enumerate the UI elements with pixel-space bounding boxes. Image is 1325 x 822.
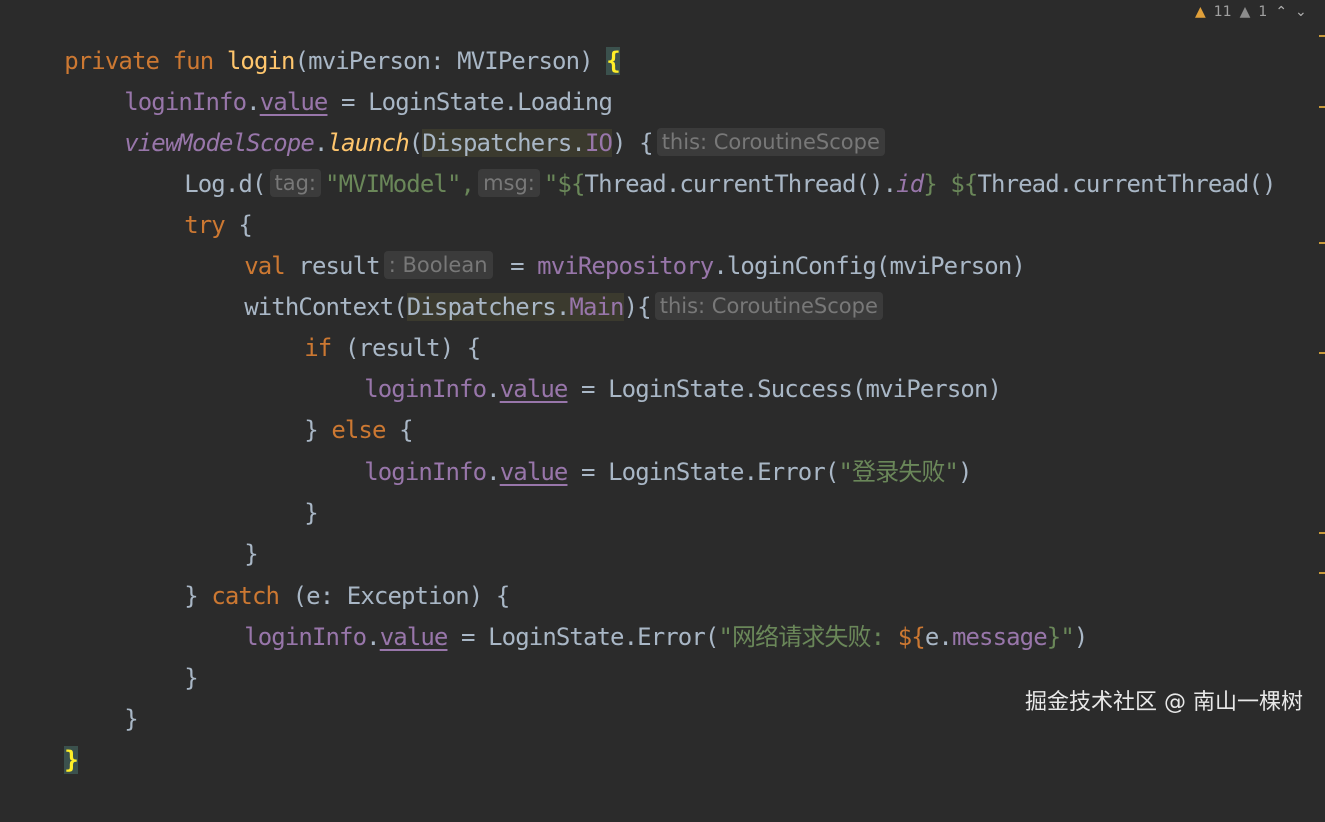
- string-literal: } ${: [923, 170, 978, 198]
- code-line-7[interactable]: withContext(Dispatchers.Main){this: Coro…: [190, 246, 887, 321]
- code-line-16[interactable]: }: [130, 617, 198, 692]
- code-line-11[interactable]: loginInfo.value = LoginState.Error("登录失败…: [310, 411, 972, 486]
- dot: .: [486, 375, 500, 403]
- code-text: ){: [623, 293, 652, 321]
- code-text: }: [184, 664, 198, 692]
- code-line-2[interactable]: loginInfo.value = LoginState.Loading: [70, 41, 613, 116]
- code-line-14[interactable]: } catch (e: Exception) {: [130, 535, 510, 610]
- code-text: = LoginState.Success(mviPerson): [567, 375, 1002, 403]
- weak-warning-icon[interactable]: ▲: [1240, 4, 1251, 20]
- code-text: Thread.currentThread().: [584, 170, 898, 198]
- code-line-4[interactable]: Log.d(tag: "MVIModel", msg: "${Thread.curre…: [130, 123, 1276, 198]
- code-line-12[interactable]: }: [250, 452, 318, 527]
- template-open: ${: [897, 623, 926, 651]
- code-text: e.: [924, 623, 953, 651]
- scrollbar-marker[interactable]: [1319, 242, 1325, 244]
- property-ref: id: [896, 170, 924, 198]
- string-literal: "MVIModel",: [325, 170, 475, 198]
- scrollbar-marker[interactable]: [1319, 106, 1325, 108]
- code-text: ): [1073, 623, 1088, 651]
- string-literal: "网络请求失败:: [718, 623, 898, 651]
- matched-brace: }: [64, 746, 79, 774]
- warning-count[interactable]: 11: [1214, 4, 1232, 20]
- code-text: ): [957, 458, 972, 486]
- scrollbar-marker[interactable]: [1319, 572, 1325, 574]
- property-ref: loginInfo: [244, 623, 367, 651]
- inlay-hint: this: CoroutineScope: [654, 292, 883, 320]
- property-ref: loginInfo: [364, 458, 487, 486]
- property-ref: value: [379, 623, 449, 651]
- code-line-13[interactable]: }: [190, 493, 258, 568]
- code-text: }: [124, 705, 138, 733]
- code-text: = LoginState.Error(: [447, 623, 719, 651]
- code-line-17[interactable]: }: [70, 658, 138, 733]
- chevron-down-icon[interactable]: ⌄: [1295, 4, 1307, 20]
- code-line-9[interactable]: loginInfo.value = LoginState.Success(mvi…: [310, 328, 1002, 403]
- code-line-15[interactable]: loginInfo.value = LoginState.Error("网络请求…: [190, 576, 1088, 651]
- string-literal: "登录失败": [838, 458, 958, 486]
- dot: .: [366, 623, 380, 651]
- property-ref: value: [499, 375, 569, 403]
- property-ref: Main: [569, 293, 624, 321]
- string-literal: }": [1046, 623, 1075, 651]
- inspection-widget[interactable]: ▲ 11 ▲ 1 ⌃ ⌄: [1187, 0, 1325, 24]
- code-text: = LoginState.Error(: [567, 458, 839, 486]
- code-line-3[interactable]: viewModelScope.launch(Dispatchers.IO) {t…: [70, 82, 889, 157]
- warning-icon[interactable]: ▲: [1195, 4, 1206, 20]
- string-literal: "${: [543, 170, 586, 198]
- inlay-hint: msg:: [478, 169, 540, 197]
- inlay-hint: tag:: [269, 169, 322, 197]
- code-line-6[interactable]: val result: Boolean = mviRepository.logi…: [190, 205, 1026, 280]
- code-text: Thread.currentThread(): [977, 170, 1276, 198]
- code-line-1[interactable]: private fun login(mviPerson: MVIPerson) …: [10, 0, 621, 75]
- code-text: }: [304, 499, 318, 527]
- code-editor[interactable]: ▲ 11 ▲ 1 ⌃ ⌄ private fun login(mviPerson…: [0, 0, 1325, 774]
- chevron-up-icon[interactable]: ⌃: [1275, 4, 1287, 20]
- code-line-5[interactable]: try {: [130, 164, 253, 239]
- watermark: 掘金技术社区 @ 南山一棵树: [1025, 690, 1303, 715]
- scrollbar-marker[interactable]: [1319, 35, 1325, 37]
- dot: .: [555, 293, 570, 321]
- property-ref: message: [951, 623, 1048, 651]
- weak-warning-count[interactable]: 1: [1258, 4, 1267, 20]
- property-ref: value: [499, 458, 569, 486]
- scrollbar-marker[interactable]: [1319, 532, 1325, 534]
- code-line-8[interactable]: if (result) {: [250, 287, 481, 362]
- scrollbar-marker[interactable]: [1319, 352, 1325, 354]
- code-line-10[interactable]: } else {: [250, 369, 413, 444]
- dot: .: [486, 458, 500, 486]
- code-line-18[interactable]: }: [10, 699, 79, 774]
